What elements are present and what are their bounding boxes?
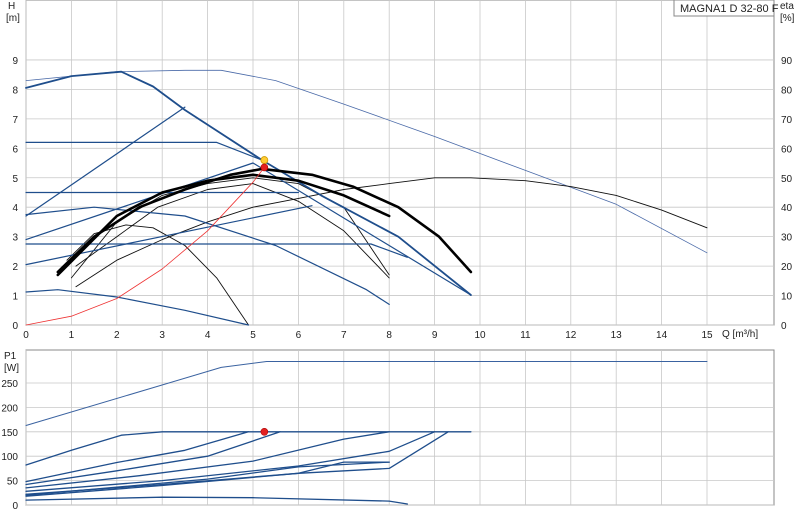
p1-tick-label: 150 (1, 428, 18, 439)
y-tick-label: 9 (12, 56, 18, 67)
top-ylabel-line2: [m] (6, 13, 20, 24)
pump-curve-chart: 0 1 2 3 4 5 6 7 8 9 10 11 12 13 14 15 0 1 2 3 4 5 6 7 8 9 0 10 20 30 4… (0, 0, 800, 520)
y2-tick-label: 40 (781, 203, 793, 214)
y2-tick-label: 20 (781, 262, 793, 273)
x-tick-label: 6 (296, 330, 302, 341)
bottom-ylabel-line2: [W] (4, 363, 19, 374)
x-tick-label: 10 (474, 330, 486, 341)
x-tick-label: 8 (386, 330, 392, 341)
y2-tick-label: 50 (781, 174, 793, 185)
x-tick-label: 4 (205, 330, 211, 341)
top-y2label-line2: [%] (780, 13, 795, 24)
y-tick-label: 2 (12, 262, 18, 273)
x-tick-label: 14 (656, 330, 668, 341)
x-tick-label: 3 (159, 330, 165, 341)
y-tick-label: 5 (12, 174, 18, 185)
bottom-ylabel-line1: P1 (4, 351, 17, 362)
top-xlabel: Q [m³/h] (722, 329, 758, 340)
p1-tick-label: 0 (12, 501, 18, 512)
y-tick-label: 3 (12, 233, 18, 244)
x-tick-label: 1 (69, 330, 75, 341)
p1-tick-label: 250 (1, 379, 18, 390)
head-duty-point (260, 163, 269, 172)
efficiency-duty-point (260, 156, 269, 164)
y-tick-label: 6 (12, 144, 18, 155)
chart-svg: 0 1 2 3 4 5 6 7 8 9 10 11 12 13 14 15012345678901020304… (1, 0, 795, 512)
y2-tick-label: 0 (781, 321, 787, 332)
p1-tick-label: 100 (1, 452, 18, 463)
y-tick-label: 0 (12, 321, 18, 332)
x-tick-label: 5 (250, 330, 256, 341)
p1-tick-label: 50 (7, 477, 19, 488)
x-tick-label: 12 (565, 330, 577, 341)
y2-tick-label: 60 (781, 144, 793, 155)
x-tick-label: 11 (520, 330, 531, 341)
p1-tick-label: 200 (1, 403, 18, 414)
y-tick-label: 8 (12, 85, 18, 96)
power-duty-point (260, 427, 269, 436)
y2-tick-label: 30 (781, 233, 793, 244)
chart-title: MAGNA1 D 32-80 F (680, 3, 779, 15)
x-tick-label: 7 (341, 330, 347, 341)
y2-tick-label: 90 (781, 56, 793, 67)
x-tick-label: 13 (611, 330, 623, 341)
x-tick-label: 2 (114, 330, 120, 341)
y2-tick-label: 70 (781, 115, 793, 126)
y-tick-label: 4 (12, 203, 18, 214)
y2-tick-label: 80 (781, 85, 793, 96)
y-tick-label: 7 (12, 115, 18, 126)
x-tick-label: 9 (432, 330, 438, 341)
y2-tick-label: 10 (781, 292, 793, 303)
top-y2label-line1: eta (780, 1, 794, 12)
top-ylabel-line1: H (8, 1, 15, 12)
y-tick-label: 1 (12, 292, 18, 303)
x-tick-label: 0 (23, 330, 29, 341)
x-tick-label: 15 (701, 330, 713, 341)
